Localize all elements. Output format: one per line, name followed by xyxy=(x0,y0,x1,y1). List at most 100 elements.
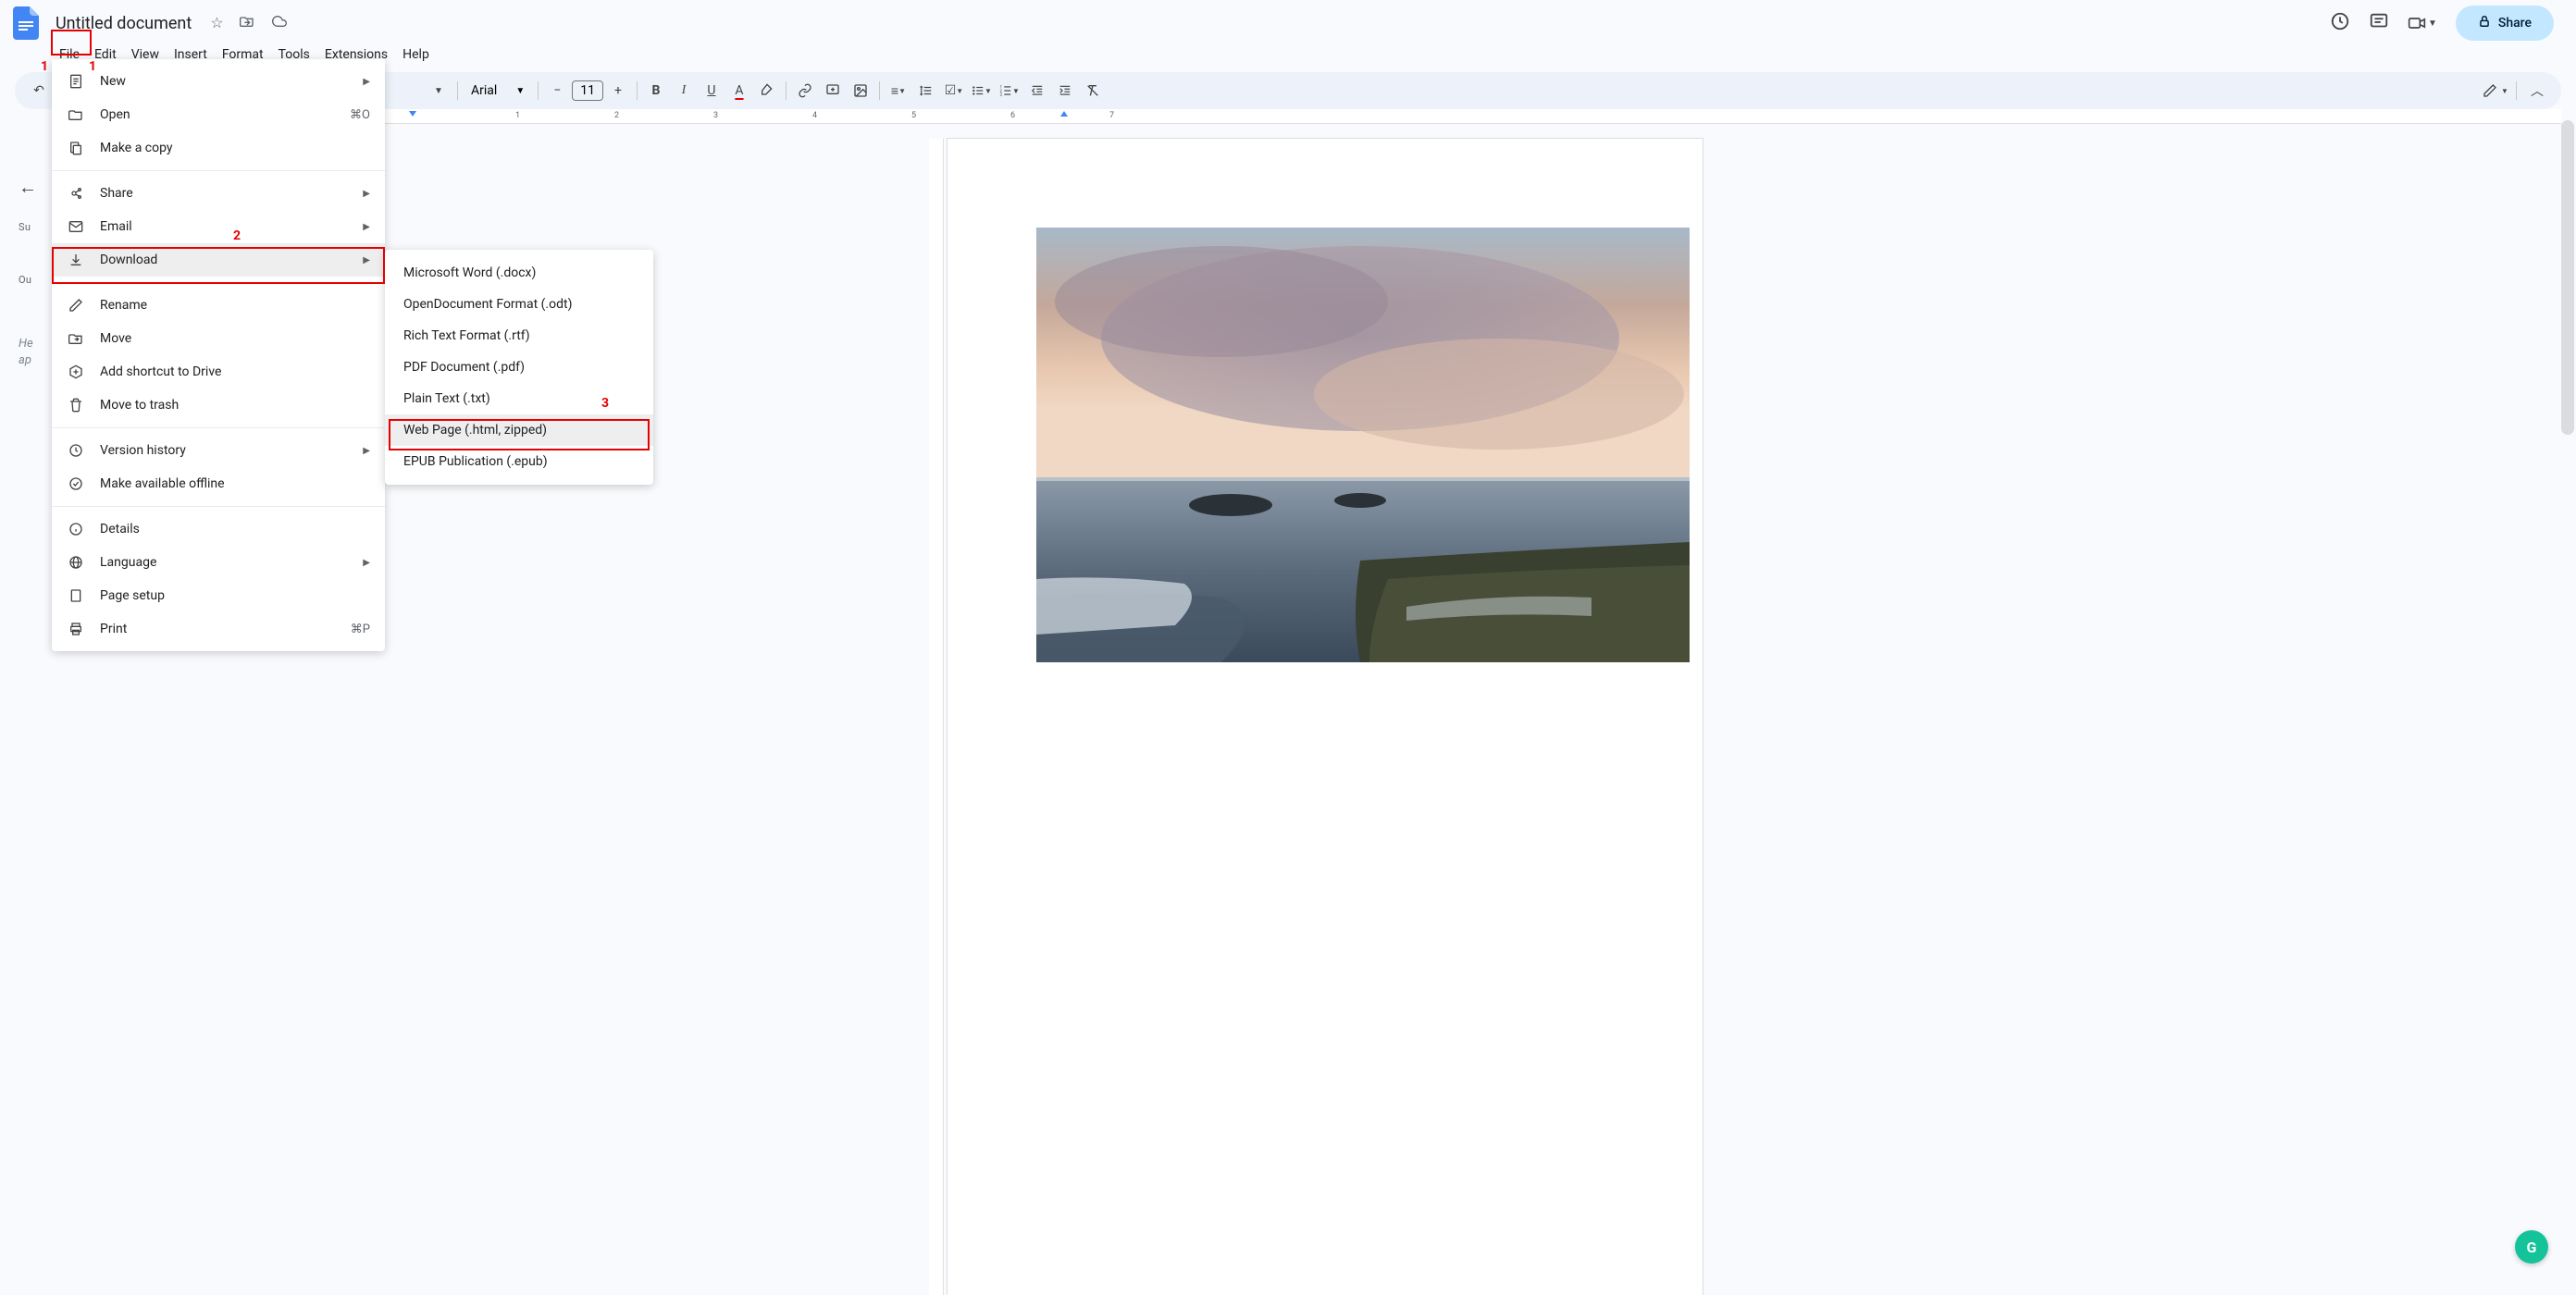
download-option-web[interactable]: Web Page (.html, zipped) xyxy=(385,414,653,446)
outline-heading: Ou xyxy=(19,274,56,286)
file-menu-version-history[interactable]: Version history▶ xyxy=(52,434,385,467)
bullet-list-button[interactable]: ▼ xyxy=(969,78,995,104)
file-menu-page-setup[interactable]: Page setup xyxy=(52,579,385,612)
history-icon[interactable] xyxy=(2330,11,2350,35)
menu-item-label: Open xyxy=(100,107,350,122)
file-menu-add-shortcut-to-drive[interactable]: Add shortcut to Drive xyxy=(52,355,385,388)
menu-item-label: Version history xyxy=(100,443,363,458)
toolbar: ↶ · ▼ Arial▼ − 11 + B I U A ≡▼ ☑▼ ▼ 123▼… xyxy=(15,72,2561,109)
menu-item-label: Move xyxy=(100,331,370,346)
copy-icon xyxy=(67,141,85,155)
menu-item-label: Language xyxy=(100,555,363,570)
menu-item-label: Page setup xyxy=(100,588,370,603)
download-option-pdf[interactable]: PDF Document (.pdf) xyxy=(385,352,653,383)
menu-item-label: Share xyxy=(100,186,363,201)
back-arrow-icon[interactable]: ← xyxy=(19,176,56,199)
outline-sidebar: ← Su Ou Heap xyxy=(0,124,56,1295)
download-option-rich[interactable]: Rich Text Format (.rtf) xyxy=(385,320,653,352)
undo-button[interactable]: ↶ xyxy=(26,78,52,104)
menu-item-label: New xyxy=(100,74,363,89)
file-menu-new[interactable]: New▶ xyxy=(52,65,385,98)
download-option-microsoft[interactable]: Microsoft Word (.docx) xyxy=(385,257,653,289)
file-menu-share[interactable]: Share▶ xyxy=(52,177,385,210)
font-family-select[interactable]: Arial▼ xyxy=(464,83,532,98)
menu-item-label: Move to trash xyxy=(100,398,370,413)
insert-image-button[interactable] xyxy=(848,78,873,104)
comments-icon[interactable] xyxy=(2369,11,2389,35)
increase-font-button[interactable]: + xyxy=(605,78,631,104)
bold-button[interactable]: B xyxy=(643,78,669,104)
insert-link-button[interactable] xyxy=(792,78,818,104)
highlight-button[interactable] xyxy=(754,78,780,104)
horizontal-ruler[interactable]: 1 2 3 4 5 6 7 xyxy=(56,109,2561,124)
vertical-ruler[interactable] xyxy=(929,139,944,1295)
collapse-toolbar-button[interactable]: ︿ xyxy=(2524,78,2550,104)
document-page[interactable] xyxy=(947,139,1703,1295)
numbered-list-button[interactable]: 123▼ xyxy=(997,78,1022,104)
move-icon[interactable] xyxy=(239,14,255,32)
menubar: File Edit View Insert Format Tools Exten… xyxy=(0,41,2576,68)
meet-icon[interactable]: ▼ xyxy=(2408,14,2437,32)
font-size-input[interactable]: 11 xyxy=(572,80,603,101)
outline-placeholder: Heap xyxy=(19,336,56,369)
file-menu-email[interactable]: Email▶ xyxy=(52,210,385,243)
menu-item-label: Rename xyxy=(100,298,370,313)
file-menu-move[interactable]: Move xyxy=(52,322,385,355)
file-menu-details[interactable]: Details xyxy=(52,512,385,546)
globe-icon xyxy=(67,555,85,570)
title-area: Untitled document ☆ xyxy=(48,12,289,35)
inserted-image[interactable] xyxy=(1036,228,1690,662)
download-option-opendocument[interactable]: OpenDocument Format (.odt) xyxy=(385,289,653,320)
download-option-epub[interactable]: EPUB Publication (.epub) xyxy=(385,446,653,477)
file-menu-dropdown: New▶Open⌘OMake a copyShare▶Email▶Downloa… xyxy=(52,59,385,651)
rename-icon xyxy=(67,298,85,313)
menu-item-label: Email xyxy=(100,219,363,234)
clear-formatting-button[interactable] xyxy=(1080,78,1106,104)
menu-item-label: Make a copy xyxy=(100,141,370,155)
file-menu-make-available-offline[interactable]: Make available offline xyxy=(52,467,385,500)
underline-button[interactable]: U xyxy=(699,78,724,104)
menu-item-label: Details xyxy=(100,522,370,536)
submenu-arrow-icon: ▶ xyxy=(363,558,370,568)
docs-logo-icon[interactable] xyxy=(7,5,44,42)
shortcut-icon xyxy=(67,364,85,379)
annotation-label-2: 2 xyxy=(233,228,241,243)
shortcut-label: ⌘O xyxy=(350,108,370,122)
info-icon xyxy=(67,522,85,536)
document-title[interactable]: Untitled document xyxy=(48,12,199,35)
submenu-arrow-icon: ▶ xyxy=(363,222,370,232)
checklist-button[interactable]: ☑▼ xyxy=(941,78,967,104)
file-menu-open[interactable]: Open⌘O xyxy=(52,98,385,131)
menu-item-label: Print xyxy=(100,622,351,636)
share-button[interactable]: Share xyxy=(2456,6,2554,41)
print-icon xyxy=(67,622,85,636)
annotation-label-1: 1 xyxy=(41,59,48,74)
mail-icon xyxy=(67,219,85,234)
annotation-label-3: 3 xyxy=(601,396,609,411)
file-menu-print[interactable]: Print⌘P xyxy=(52,612,385,646)
submenu-arrow-icon: ▶ xyxy=(363,255,370,265)
download-option-plain[interactable]: Plain Text (.txt) xyxy=(385,383,653,414)
file-menu-make-a-copy[interactable]: Make a copy xyxy=(52,131,385,165)
star-icon[interactable]: ☆ xyxy=(210,14,223,32)
file-menu-download[interactable]: Download▶ xyxy=(52,243,385,277)
text-color-button[interactable]: A xyxy=(726,78,752,104)
line-spacing-button[interactable] xyxy=(913,78,939,104)
increase-indent-button[interactable] xyxy=(1052,78,1078,104)
svg-text:3: 3 xyxy=(1000,92,1003,97)
align-button[interactable]: ≡▼ xyxy=(886,78,911,104)
italic-button[interactable]: I xyxy=(671,78,697,104)
vertical-scrollbar[interactable] xyxy=(2561,120,2574,435)
annotation-label-1b: 1 xyxy=(89,59,96,74)
grammarly-badge[interactable]: G xyxy=(2515,1230,2548,1264)
file-menu-language[interactable]: Language▶ xyxy=(52,546,385,579)
add-comment-button[interactable] xyxy=(820,78,846,104)
editing-mode-button[interactable]: ▼ xyxy=(2483,78,2508,104)
file-menu-rename[interactable]: Rename xyxy=(52,289,385,322)
download-submenu: Microsoft Word (.docx)OpenDocument Forma… xyxy=(385,250,653,485)
file-menu-move-to-trash[interactable]: Move to trash xyxy=(52,388,385,422)
cloud-status-icon[interactable] xyxy=(270,14,289,32)
menu-help[interactable]: Help xyxy=(395,43,437,66)
decrease-font-button[interactable]: − xyxy=(544,78,570,104)
decrease-indent-button[interactable] xyxy=(1024,78,1050,104)
